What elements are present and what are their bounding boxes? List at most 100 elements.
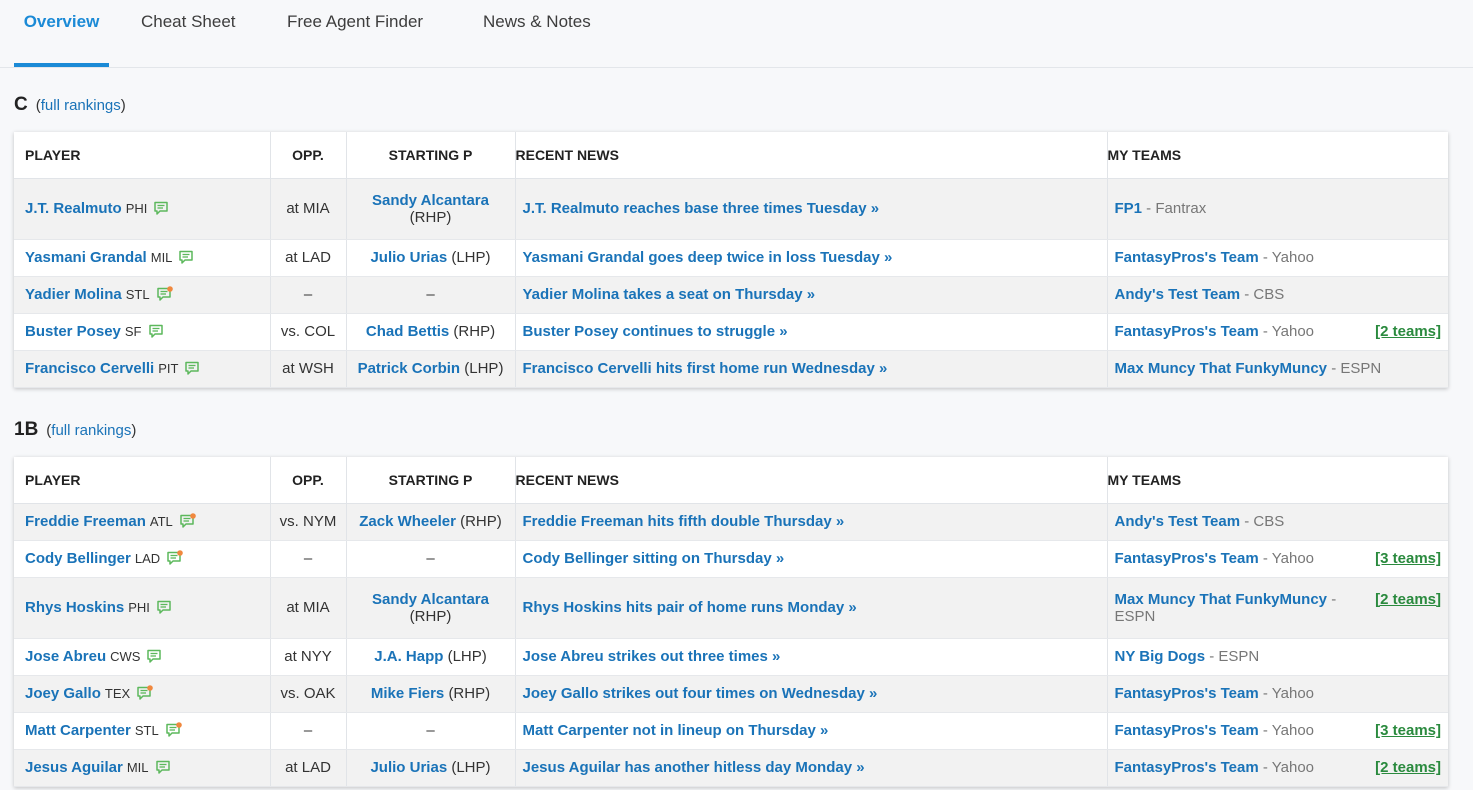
my-team-link[interactable]: FP1 [1115, 200, 1143, 217]
news-link[interactable]: Joey Gallo strikes out four times on Wed… [523, 685, 878, 702]
note-icon[interactable] [148, 323, 165, 339]
table-row: Cody Bellinger LAD – – Cody Bellinger sittin… [14, 540, 1448, 578]
teams-count-link[interactable]: [3 teams] [1375, 722, 1441, 739]
news-link[interactable]: J.T. Realmuto reaches base three times T… [523, 200, 880, 217]
my-team-link[interactable]: FantasyPros's Team [1115, 249, 1259, 266]
news-link[interactable]: Rhys Hoskins hits pair of home runs Mond… [523, 599, 857, 616]
my-team-link[interactable]: Andy's Test Team [1115, 513, 1241, 530]
starting-pitcher-link[interactable]: Patrick Corbin [358, 360, 461, 377]
news-link[interactable]: Yasmani Grandal goes deep twice in loss … [523, 249, 893, 266]
starting-pitcher-cell: – [346, 712, 516, 750]
my-team-link[interactable]: Max Muncy That FunkyMuncy [1115, 360, 1328, 377]
col-header-opp[interactable]: OPP. [270, 457, 347, 504]
tab-overview[interactable]: Overview [14, 0, 109, 67]
player-name-link[interactable]: Yasmani Grandal [25, 249, 147, 266]
full-rankings-link[interactable]: full rankings [51, 422, 131, 439]
player-cell: Matt Carpenter STL [14, 712, 271, 750]
starting-pitcher-link[interactable]: Chad Bettis [366, 323, 449, 340]
table-row: Rhys Hoskins PHI at MIA Sandy Alcantara (RH… [14, 577, 1448, 639]
my-team-link[interactable]: Andy's Test Team [1115, 286, 1241, 303]
platform-label: - Fantrax [1142, 200, 1207, 217]
table-row: J.T. Realmuto PHI at MIA Sandy Alcantara (R… [14, 178, 1448, 240]
col-header-starting-p[interactable]: STARTING P [346, 132, 516, 179]
starting-pitcher-link[interactable]: Mike Fiers [371, 685, 444, 702]
my-team-link[interactable]: NY Big Dogs [1115, 648, 1206, 665]
col-header-my-teams[interactable]: MY TEAMS [1107, 457, 1448, 504]
note-new-icon[interactable] [136, 685, 153, 701]
note-icon[interactable] [146, 648, 163, 664]
rankings-table-1b: PLAYER OPP. STARTING P RECENT NEWS MY TE… [14, 457, 1448, 787]
player-name-link[interactable]: Joey Gallo [25, 685, 101, 702]
note-new-icon[interactable] [165, 722, 182, 738]
col-header-recent-news[interactable]: RECENT NEWS [515, 457, 1108, 504]
player-name-link[interactable]: Freddie Freeman [25, 513, 146, 530]
team-abbr: PHI [128, 599, 150, 615]
tab-news-notes[interactable]: News & Notes [483, 0, 591, 67]
note-new-icon[interactable] [166, 550, 183, 566]
pitcher-hand: (RHP) [448, 685, 491, 702]
starting-pitcher-link[interactable]: Zack Wheeler [359, 513, 456, 530]
starting-pitcher-cell: – [346, 540, 516, 578]
player-name-link[interactable]: Yadier Molina [25, 286, 122, 303]
player-name-link[interactable]: Jesus Aguilar [25, 759, 123, 776]
player-name-link[interactable]: Buster Posey [25, 323, 121, 340]
my-teams-cell: Andy's Test Team - CBS [1107, 503, 1448, 541]
starting-pitcher-link[interactable]: Sandy Alcantara [372, 591, 489, 608]
note-new-icon[interactable] [156, 286, 173, 302]
news-link[interactable]: Jesus Aguilar has another hitless day Mo… [523, 759, 865, 776]
my-team-link[interactable]: FantasyPros's Team [1115, 323, 1259, 340]
my-team-link[interactable]: FantasyPros's Team [1115, 759, 1259, 776]
news-link[interactable]: Freddie Freeman hits fifth double Thursd… [523, 513, 845, 530]
team-abbr: SF [124, 323, 142, 339]
note-icon[interactable] [178, 249, 195, 265]
starting-pitcher-link[interactable]: Julio Urias [370, 249, 447, 266]
my-team-link[interactable]: FantasyPros's Team [1115, 722, 1259, 739]
starting-pitcher-link[interactable]: J.A. Happ [374, 648, 443, 665]
recent-news-cell: Buster Posey continues to struggle » [515, 313, 1108, 351]
note-new-icon[interactable] [179, 513, 196, 529]
tab-free-agent-finder[interactable]: Free Agent Finder [287, 0, 423, 67]
recent-news-cell: Freddie Freeman hits fifth double Thursd… [515, 503, 1108, 541]
player-name-link[interactable]: Matt Carpenter [25, 722, 131, 739]
player-name-link[interactable]: Cody Bellinger [25, 550, 131, 567]
news-link[interactable]: Francisco Cervelli hits first home run W… [523, 360, 888, 377]
teams-count-link[interactable]: [3 teams] [1375, 550, 1441, 567]
news-link[interactable]: Jose Abreu strikes out three times » [523, 648, 781, 665]
starting-pitcher-link[interactable]: Julio Urias [370, 759, 447, 776]
note-icon[interactable] [153, 200, 170, 216]
col-header-opp[interactable]: OPP. [270, 132, 347, 179]
teams-count-link[interactable]: [2 teams] [1375, 591, 1441, 608]
pitcher-hand: (RHP) [453, 323, 496, 340]
pitcher-hand: – [426, 286, 435, 303]
col-header-player[interactable]: PLAYER [14, 132, 271, 179]
my-team-link[interactable]: Max Muncy That FunkyMuncy [1115, 591, 1328, 608]
starting-pitcher-link[interactable]: Sandy Alcantara [372, 192, 489, 209]
col-header-recent-news[interactable]: RECENT NEWS [515, 132, 1108, 179]
my-team-link[interactable]: FantasyPros's Team [1115, 685, 1259, 702]
player-name-link[interactable]: J.T. Realmuto [25, 200, 122, 217]
tab-cheat-sheet[interactable]: Cheat Sheet [141, 0, 236, 67]
col-header-my-teams[interactable]: MY TEAMS [1107, 132, 1448, 179]
player-name-link[interactable]: Rhys Hoskins [25, 599, 124, 616]
news-link[interactable]: Buster Posey continues to struggle » [523, 323, 788, 340]
teams-count-link[interactable]: [2 teams] [1375, 323, 1441, 340]
note-icon[interactable] [184, 360, 201, 376]
note-icon[interactable] [156, 599, 173, 615]
note-icon[interactable] [155, 759, 172, 775]
news-link[interactable]: Matt Carpenter not in lineup on Thursday… [523, 722, 829, 739]
full-rankings-link[interactable]: full rankings [41, 97, 121, 114]
pitcher-hand: (RHP) [460, 513, 502, 530]
player-name-link[interactable]: Francisco Cervelli [25, 360, 154, 377]
recent-news-cell: Cody Bellinger sitting on Thursday » [515, 540, 1108, 578]
recent-news-cell: Yadier Molina takes a seat on Thursday » [515, 276, 1108, 314]
news-link[interactable]: Yadier Molina takes a seat on Thursday » [523, 286, 816, 303]
teams-count-link[interactable]: [2 teams] [1375, 759, 1441, 776]
news-link[interactable]: Cody Bellinger sitting on Thursday » [523, 550, 785, 567]
col-header-player[interactable]: PLAYER [14, 457, 271, 504]
col-header-starting-p[interactable]: STARTING P [346, 457, 516, 504]
opponent-cell: vs. OAK [270, 675, 347, 713]
my-team-link[interactable]: FantasyPros's Team [1115, 550, 1259, 567]
platform-label: - ESPN [1327, 360, 1382, 377]
team-abbr: LAD [134, 550, 161, 566]
player-name-link[interactable]: Jose Abreu [25, 648, 106, 665]
